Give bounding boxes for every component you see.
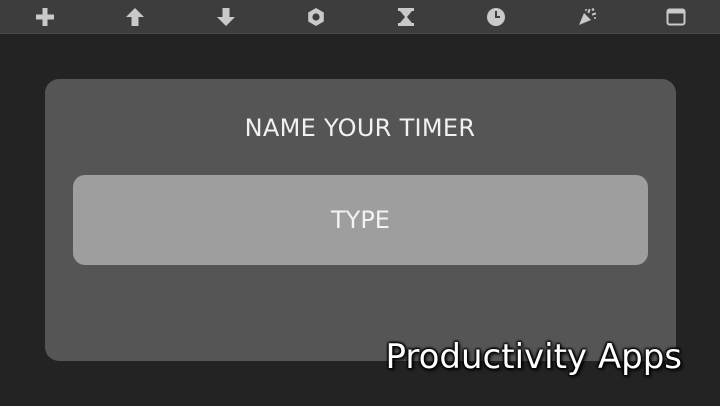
settings-button[interactable] xyxy=(296,0,336,34)
toolbar xyxy=(0,0,720,34)
gear-icon xyxy=(308,8,324,26)
watermark-text: Productivity Apps xyxy=(385,337,682,377)
window-button[interactable] xyxy=(656,0,696,34)
move-down-button[interactable] xyxy=(206,0,246,34)
arrow-up-icon xyxy=(126,8,144,26)
party-popper-icon xyxy=(579,8,597,25)
arrow-down-icon xyxy=(217,8,235,26)
timer-name-input[interactable] xyxy=(73,175,648,265)
move-up-button[interactable] xyxy=(115,0,155,34)
hourglass-icon xyxy=(398,8,414,26)
clock-button[interactable] xyxy=(476,0,516,34)
window-icon xyxy=(666,8,686,26)
timer-button[interactable] xyxy=(386,0,426,34)
add-button[interactable] xyxy=(25,0,65,34)
plus-icon xyxy=(36,8,54,26)
dialog-title: NAME YOUR TIMER xyxy=(244,114,476,142)
celebrate-button[interactable] xyxy=(567,0,607,34)
clock-icon xyxy=(487,8,505,26)
